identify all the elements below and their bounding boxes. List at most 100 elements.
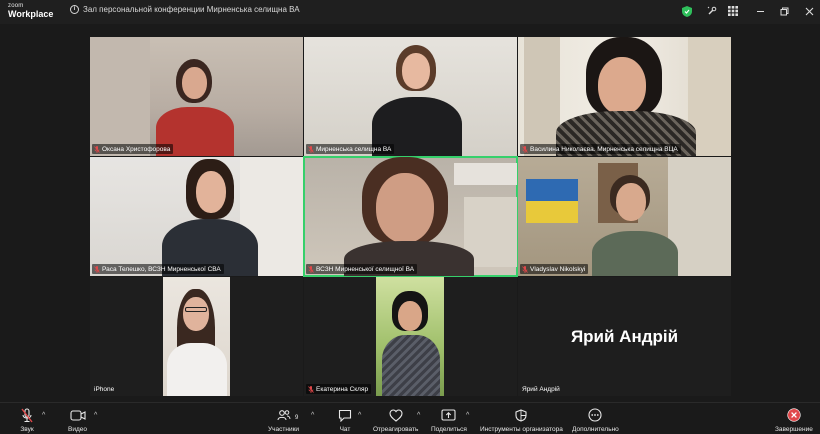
flag-yellow <box>526 201 578 223</box>
chat-icon <box>336 407 354 423</box>
end-meeting-icon <box>785 407 803 423</box>
video-portrait <box>376 277 444 396</box>
background-air-conditioner <box>454 163 517 185</box>
host-tools-button[interactable]: Инструменты организатора <box>480 407 563 433</box>
meeting-title[interactable]: i Зал персональной конференции Мирненськ… <box>70 5 300 14</box>
restore-icon[interactable] <box>777 4 791 18</box>
chat-button[interactable]: Чат <box>336 407 354 433</box>
participant-name: Василина Николаєва. Мирненська селищна В… <box>530 145 678 153</box>
person-face <box>402 53 430 89</box>
person-body <box>382 335 440 396</box>
more-dots-icon <box>586 407 604 423</box>
participant-tile[interactable]: Екатерина Скляр <box>304 277 517 396</box>
participant-name: Ярий Андрій <box>522 385 560 393</box>
participant-tile[interactable]: Vladyslav Nikolskyi <box>518 157 731 276</box>
tools-icon[interactable] <box>705 4 719 18</box>
share-label: Поделиться <box>431 426 467 433</box>
participants-count: 9 <box>295 415 299 421</box>
close-icon[interactable] <box>802 4 816 18</box>
flag-blue <box>526 179 578 201</box>
background-wall <box>90 37 150 156</box>
person-face <box>376 173 434 243</box>
participant-name: Мирненська селищна ВА <box>316 145 392 153</box>
participant-tile[interactable]: Ярий Андрій Ярий Андрій <box>518 277 731 396</box>
end-meeting-label: Завершение <box>775 426 813 433</box>
share-options-chevron-icon[interactable]: ^ <box>466 412 469 419</box>
mic-muted-icon <box>94 145 100 153</box>
more-button[interactable]: Дополнительно <box>572 407 619 433</box>
participant-tile[interactable]: Раса Телешко, ВСЗН Мирненської СВА <box>90 157 303 276</box>
person-face <box>598 57 646 115</box>
person-face <box>616 183 646 221</box>
mic-muted-icon <box>308 385 314 393</box>
audio-options-chevron-icon[interactable]: ^ <box>42 412 45 419</box>
participant-name: Оксана Христофорова <box>102 145 171 153</box>
participant-name-bar: ВСЗН Мирненської селищної ВА <box>306 264 418 274</box>
person-face <box>182 67 207 99</box>
participants-icon <box>275 407 293 423</box>
participant-tile[interactable]: iPhone <box>90 277 303 396</box>
video-grid: Оксана Христофорова Мирненська селищна В… <box>90 37 732 398</box>
share-screen-icon <box>440 407 458 423</box>
participant-name: Раса Телешко, ВСЗН Мирненської СВА <box>102 265 221 273</box>
participant-name: iPhone <box>94 385 115 393</box>
participants-options-chevron-icon[interactable]: ^ <box>311 412 314 419</box>
participant-name-bar: iPhone <box>92 384 117 394</box>
view-grid-icon[interactable] <box>726 4 740 18</box>
participants-label: Участники <box>268 426 300 433</box>
mic-muted-icon <box>18 407 36 423</box>
meeting-title-text: Зал персональной конференции Мирненська … <box>83 5 300 14</box>
video-label: Видео <box>68 426 87 433</box>
person-face <box>398 301 422 331</box>
share-screen-button[interactable]: Поделиться <box>431 407 467 433</box>
participant-name-bar: Оксана Христофорова <box>92 144 174 154</box>
minimize-icon[interactable] <box>753 4 767 18</box>
mic-muted-icon <box>522 265 528 273</box>
video-button[interactable]: Видео <box>68 407 87 433</box>
participant-avatar-name: Ярий Андрій <box>570 327 679 346</box>
background-window <box>524 37 560 156</box>
participant-name: ВСЗН Мирненської селищної ВА <box>316 265 415 273</box>
meeting-toolbar: Звук ^ Видео ^ Участники 9 ^ Чат ^ Отреа… <box>0 402 820 434</box>
chat-label: Чат <box>339 426 351 433</box>
zoom-logo: zoom Workplace <box>8 3 53 19</box>
audio-label: Звук <box>20 426 34 433</box>
participant-name: Vladyslav Nikolskyi <box>530 265 586 273</box>
brand-bottom: Workplace <box>8 9 54 19</box>
video-portrait <box>163 277 230 396</box>
audio-button[interactable]: Звук <box>18 407 36 433</box>
more-label: Дополнительно <box>572 426 619 433</box>
participant-name-bar: Мирненська селищна ВА <box>306 144 395 154</box>
end-meeting-button[interactable]: Завершение <box>775 407 813 433</box>
mic-muted-icon <box>94 265 100 273</box>
participant-name-bar: Василина Николаєва. Мирненська селищна В… <box>520 144 681 154</box>
participant-tile[interactable]: Мирненська селищна ВА <box>304 37 517 156</box>
info-icon[interactable]: i <box>70 5 79 14</box>
video-options-chevron-icon[interactable]: ^ <box>94 412 97 419</box>
person-face <box>196 171 226 213</box>
participant-name: Екатерина Скляр <box>316 385 369 393</box>
participant-name-bar: Ярий Андрій <box>520 384 563 394</box>
person-body <box>592 231 678 276</box>
react-label: Отреагировать <box>373 426 419 433</box>
heart-react-icon <box>387 407 405 423</box>
chat-options-chevron-icon[interactable]: ^ <box>358 412 361 419</box>
host-tools-shield-icon <box>512 407 530 423</box>
participant-tile[interactable]: Оксана Христофорова <box>90 37 303 156</box>
person-face <box>183 297 209 331</box>
host-tools-label: Инструменты организатора <box>480 426 563 433</box>
video-camera-icon <box>69 407 87 423</box>
participant-tile[interactable]: Василина Николаєва. Мирненська селищна В… <box>518 37 731 156</box>
participant-tile-active-speaker[interactable]: ВСЗН Мирненської селищної ВА <box>303 156 518 277</box>
title-bar: zoom Workplace i Зал персональной конфер… <box>0 0 820 24</box>
person-body <box>167 343 227 396</box>
participant-name-bar: Раса Телешко, ВСЗН Мирненської СВА <box>92 264 224 274</box>
security-shield-icon[interactable] <box>680 4 694 18</box>
mic-muted-icon <box>308 265 314 273</box>
react-button[interactable]: Отреагировать <box>373 407 418 433</box>
mic-muted-icon <box>522 145 528 153</box>
participant-name-bar: Екатерина Скляр <box>306 384 372 394</box>
react-options-chevron-icon[interactable]: ^ <box>417 412 420 419</box>
glasses <box>185 307 207 312</box>
participant-name-bar: Vladyslav Nikolskyi <box>520 264 589 274</box>
